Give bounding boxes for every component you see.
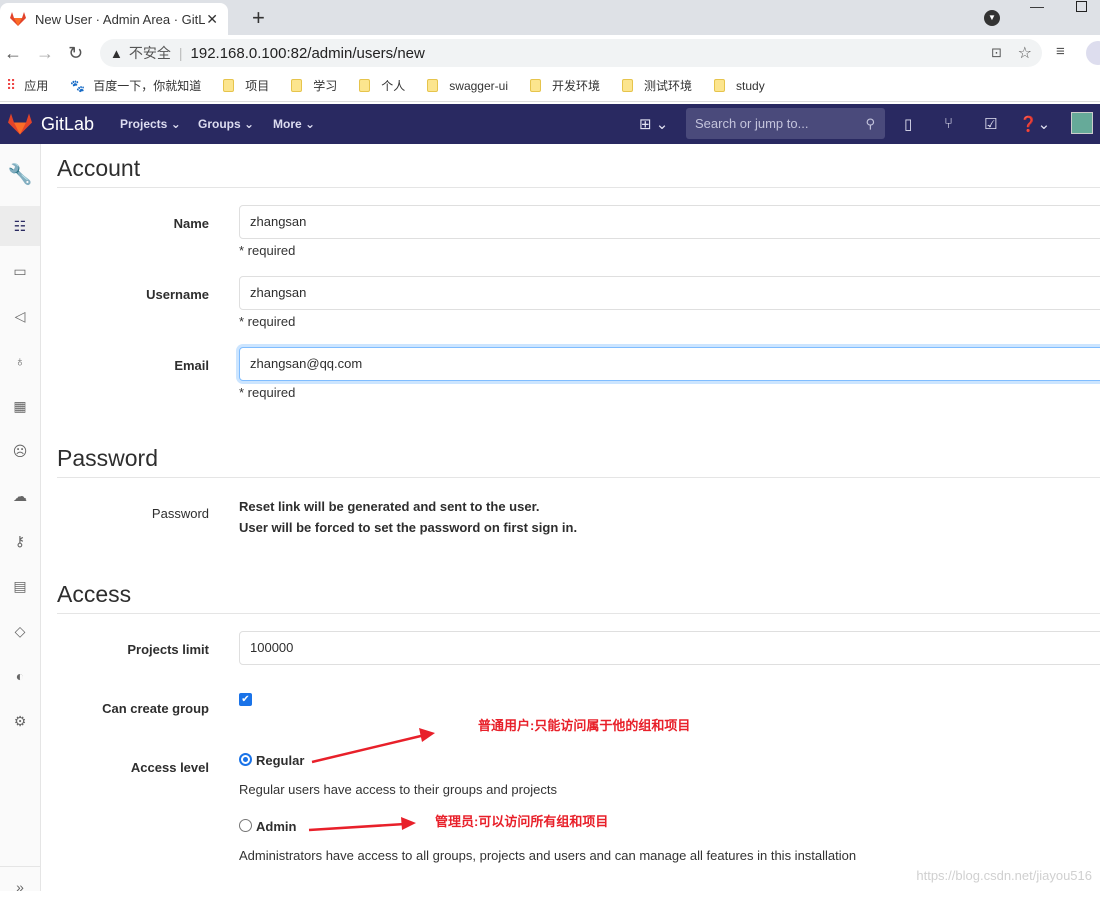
admin-arrowhead (401, 817, 416, 830)
regular-arrowhead (419, 728, 435, 742)
regular-annotation: 普通用户:只能访问属于他的组和项目 (478, 718, 691, 733)
regular-arrow (311, 733, 426, 764)
watermark: https://blog.csdn.net/jiayou516 (916, 868, 1092, 883)
admin-arrow (308, 822, 406, 832)
annotation-arrows (308, 728, 435, 832)
admin-annotation: 管理员:可以访问所有组和项目 (435, 814, 609, 829)
